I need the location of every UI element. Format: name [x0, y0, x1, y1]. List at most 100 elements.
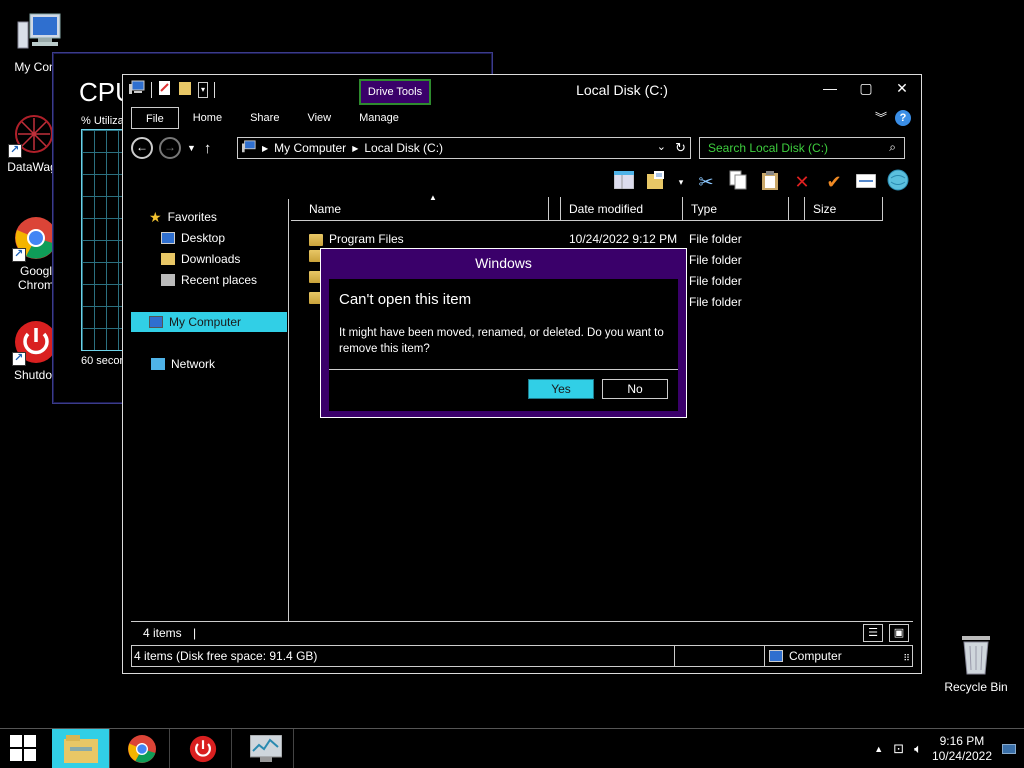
dialog-title: Windows [475, 255, 532, 271]
column-date-modified[interactable]: Date modified [561, 197, 683, 221]
utilization-label: % Utiliza [81, 115, 124, 127]
ribbon-controls: ︾ ? [875, 109, 911, 126]
status-location: Computer [764, 646, 842, 666]
back-icon[interactable]: ← [131, 137, 153, 159]
no-button[interactable]: No [602, 379, 668, 399]
large-icons-view-icon[interactable]: ▣ [889, 624, 909, 642]
recent-locations-icon[interactable]: ▼ [187, 143, 196, 153]
nav-recent-places[interactable]: Recent places [161, 270, 257, 290]
folder-options-icon[interactable] [645, 170, 667, 195]
chrome-icon [128, 735, 156, 763]
search-placeholder: Search Local Disk (C:) [708, 141, 829, 155]
tab-share[interactable]: Share [236, 107, 293, 129]
star-icon: ★ [149, 209, 162, 225]
volume-icon[interactable]: 🔈︎ [914, 741, 922, 757]
item-count: 4 items [143, 626, 182, 640]
column-divider[interactable] [549, 197, 561, 221]
separator [674, 646, 675, 666]
shortcut-arrow-icon [12, 247, 26, 262]
computer-small-icon [149, 316, 163, 328]
toolbar: ▾ ✂ ✕ ✔ [613, 169, 909, 196]
expand-ribbon-icon[interactable]: ︾ [875, 109, 887, 126]
nav-favorites[interactable]: ★ Favorites [149, 207, 217, 227]
clock[interactable]: 9:16 PM 10/24/2022 [932, 734, 992, 764]
refresh-icon[interactable]: ↻ [675, 140, 686, 156]
dialog-heading: Can't open this item [339, 291, 472, 308]
shortcut-arrow-icon [8, 143, 22, 158]
computer-small-icon [242, 139, 256, 157]
title-bar[interactable]: ▾ Drive Tools Local Disk (C:) — ▢ ✕ [123, 75, 921, 107]
rename-icon[interactable] [855, 172, 877, 193]
navigation-pane: ★ Favorites Desktop Downloads Recent pla… [131, 199, 289, 621]
minimize-icon[interactable]: — [819, 79, 841, 97]
view-buttons: ☰ ▣ [863, 624, 909, 642]
cut-icon[interactable]: ✂ [695, 172, 717, 193]
nav-my-computer[interactable]: My Computer [131, 312, 287, 332]
breadcrumb-my-computer[interactable]: My Computer [274, 141, 346, 155]
search-icon[interactable]: ⌕ [889, 140, 896, 155]
delete-icon[interactable]: ✕ [791, 172, 813, 193]
window-title: Local Disk (C:) [576, 82, 668, 98]
network-tray-icon[interactable]: ⊡ [893, 741, 904, 757]
taskbar-shutdown[interactable] [174, 729, 232, 768]
recycle-bin-icon [956, 630, 996, 676]
taskbar-explorer[interactable] [52, 729, 110, 768]
disk-free-space: 4 items (Disk free space: 91.4 GB) [134, 649, 318, 663]
address-dropdown-icon[interactable]: ⌄ [657, 140, 666, 153]
window-controls: — ▢ ✕ [819, 79, 913, 97]
tab-view[interactable]: View [293, 107, 345, 129]
preview-pane-icon[interactable] [613, 170, 635, 194]
nav-network[interactable]: Network [151, 354, 215, 374]
nav-desktop[interactable]: Desktop [161, 228, 225, 248]
error-dialog[interactable]: Windows Can't open this item It might ha… [320, 248, 687, 418]
network-icon [151, 358, 165, 370]
resize-grip-icon[interactable]: ⠿ [903, 648, 910, 668]
column-name[interactable]: Name [291, 197, 549, 221]
copy-icon[interactable] [727, 170, 749, 195]
windows-logo-icon [10, 735, 36, 761]
maximize-icon[interactable]: ▢ [855, 79, 877, 97]
dialog-message: It might have been moved, renamed, or de… [339, 327, 664, 355]
desktop-icon [161, 232, 175, 244]
taskbar-task-manager[interactable] [236, 729, 294, 768]
show-desktop-icon[interactable] [1002, 744, 1016, 754]
yes-button[interactable]: Yes [528, 379, 594, 399]
dialog-body: Can't open this item It might have been … [329, 279, 678, 411]
forward-icon[interactable]: → [159, 137, 181, 159]
nav-downloads[interactable]: Downloads [161, 249, 240, 269]
checkmark-icon[interactable]: ✔ [823, 172, 845, 193]
column-size[interactable]: Size [805, 197, 883, 221]
navigation-row: ← → ▼ ↑ ▶ My Computer ▶ Local Disk (C:) … [131, 135, 913, 161]
desktop-icon-recycle-bin[interactable]: Recycle Bin [940, 630, 1012, 694]
file-explorer-icon [64, 735, 98, 763]
tab-home[interactable]: Home [179, 107, 236, 129]
cpu-graph [81, 129, 123, 351]
breadcrumb-local-disk[interactable]: Local Disk (C:) [364, 141, 443, 155]
tab-file[interactable]: File [131, 107, 179, 129]
globe-icon[interactable] [887, 169, 909, 196]
breadcrumb-chevron-icon[interactable]: ▶ [262, 144, 268, 153]
column-type[interactable]: Type [683, 197, 789, 221]
toolbar-dropdown-icon[interactable]: ▾ [677, 177, 685, 188]
details-status-bar: 4 items (Disk free space: 91.4 GB) Compu… [131, 645, 913, 667]
search-input[interactable]: Search Local Disk (C:) ⌕ [699, 137, 905, 159]
help-icon[interactable]: ? [895, 109, 911, 126]
seconds-label: 60 secor [81, 355, 124, 367]
recent-places-icon [161, 274, 175, 286]
table-row[interactable]: Program Files 10/24/2022 9:12 PM File fo… [291, 229, 913, 250]
show-hidden-icons-icon[interactable]: ▲ [874, 744, 883, 754]
address-bar[interactable]: ▶ My Computer ▶ Local Disk (C:) ⌄ ↻ [237, 137, 691, 159]
shortcut-arrow-icon [12, 351, 26, 366]
paste-icon[interactable] [759, 170, 781, 195]
details-view-icon[interactable]: ☰ [863, 624, 883, 642]
start-button[interactable] [0, 729, 50, 768]
tab-manage[interactable]: Manage [345, 107, 413, 129]
computer-icon [16, 10, 64, 58]
breadcrumb-chevron-icon[interactable]: ▶ [352, 144, 358, 153]
datawagon-icon [8, 110, 56, 158]
column-divider[interactable] [789, 197, 805, 221]
separator: | [193, 626, 197, 640]
taskbar-chrome[interactable] [112, 729, 170, 768]
close-icon[interactable]: ✕ [891, 79, 913, 97]
up-icon[interactable]: ↑ [204, 140, 212, 157]
